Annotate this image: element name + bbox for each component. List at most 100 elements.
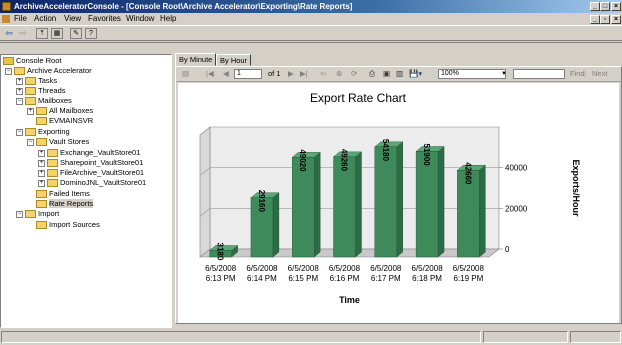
x-axis-label: Time bbox=[339, 295, 360, 305]
title-bar: ArchiveAcceleratorConsole - [Console Roo… bbox=[0, 0, 622, 13]
collapse-icon[interactable]: − bbox=[5, 67, 12, 75]
folder-icon bbox=[47, 179, 58, 188]
data-label: 54180 bbox=[381, 139, 390, 162]
x-tick-label-date: 6/5/2008 bbox=[205, 264, 237, 273]
mdi-close-button[interactable]: × bbox=[611, 15, 621, 24]
y-axis-label: Exports/Hour bbox=[571, 159, 581, 217]
stop-icon[interactable]: ⊗ bbox=[336, 69, 342, 79]
data-label: 51900 bbox=[422, 143, 431, 166]
refresh-icon[interactable]: ⟳ bbox=[351, 69, 357, 79]
show-tree-icon[interactable]: ▦ bbox=[51, 28, 63, 39]
mdi-restore-button[interactable]: ▫ bbox=[600, 15, 610, 24]
tree-node-import[interactable]: − Import bbox=[16, 209, 59, 219]
bar-side bbox=[355, 151, 362, 258]
menu-view[interactable]: View bbox=[64, 13, 81, 25]
next-link[interactable]: Next bbox=[592, 69, 607, 79]
bar-side bbox=[272, 192, 280, 258]
collapse-icon[interactable]: − bbox=[16, 97, 23, 105]
tree-node-archive-accelerator[interactable]: − Archive Accelerator bbox=[5, 66, 92, 76]
collapse-icon[interactable]: − bbox=[27, 138, 34, 146]
maximize-button[interactable]: □ bbox=[600, 2, 610, 11]
next-page-icon[interactable]: ▶ bbox=[288, 69, 294, 79]
print-icon[interactable]: ⎙ bbox=[369, 69, 375, 79]
close-button[interactable]: × bbox=[611, 2, 621, 11]
expand-icon[interactable]: + bbox=[38, 179, 45, 187]
x-tick-label-date: 6/5/2008 bbox=[412, 264, 444, 273]
last-page-icon[interactable]: ▶| bbox=[300, 69, 308, 79]
tree-node-vault-stores[interactable]: − Vault Stores bbox=[27, 137, 89, 147]
help-icon[interactable]: ? bbox=[85, 28, 97, 39]
mdi-minimize-button[interactable]: _ bbox=[590, 15, 600, 24]
zoom-select[interactable]: 100% bbox=[438, 69, 506, 79]
tree-node-filearchive-vaultstore[interactable]: + FileArchive_VaultStore01 bbox=[38, 168, 144, 178]
collapse-icon[interactable]: − bbox=[16, 128, 23, 136]
data-label: 49020 bbox=[298, 149, 307, 172]
bar-side bbox=[396, 141, 403, 258]
document-map-icon[interactable]: ▤ bbox=[182, 69, 189, 79]
tab-by-hour[interactable]: By Hour bbox=[216, 54, 252, 66]
tree-node-dominojnl-vaultstore[interactable]: + DominoJNL_VaultStore01 bbox=[38, 178, 146, 188]
chevron-down-icon[interactable]: ▼ bbox=[501, 69, 507, 79]
up-folder-icon[interactable]: ⤒ bbox=[36, 28, 48, 39]
report-viewer: ▤ |◀ ◀ 1 of 1 ▶ ▶| ⇦ ⊗ ⟳ ⎙ ▣ ▥ 💾▾ 100% ▼… bbox=[175, 66, 622, 324]
bar bbox=[415, 151, 439, 258]
tree-node-mailboxes[interactable]: − Mailboxes bbox=[16, 96, 72, 106]
app-icon bbox=[2, 2, 11, 11]
expand-icon[interactable]: + bbox=[38, 169, 45, 177]
properties-icon[interactable]: ✎ bbox=[70, 28, 82, 39]
export-rate-chart: Export Rate Chart 0 20000 40000 Exports/Hour… bbox=[199, 91, 581, 305]
y-tick-label: 0 bbox=[505, 245, 510, 254]
y-tick-label: 20000 bbox=[505, 204, 528, 213]
chart-area: Export Rate Chart 0 20000 40000 Exports/Hour… bbox=[178, 83, 619, 323]
bar bbox=[333, 156, 356, 258]
page-setup-icon[interactable]: ▥ bbox=[396, 69, 403, 79]
tree-node-evmainsvr[interactable]: EVMAINSVR bbox=[36, 116, 93, 126]
find-link[interactable]: Find bbox=[570, 69, 585, 79]
tab-by-minute[interactable]: By Minute bbox=[175, 53, 217, 66]
expand-icon[interactable]: + bbox=[16, 87, 23, 95]
expand-icon[interactable]: + bbox=[16, 77, 23, 85]
minimize-button[interactable]: _ bbox=[590, 2, 600, 11]
page-number-input[interactable]: 1 bbox=[234, 69, 262, 79]
tree-node-rate-reports[interactable]: Rate Reports bbox=[36, 199, 94, 209]
tree-node-import-sources[interactable]: Import Sources bbox=[36, 220, 100, 230]
collapse-icon[interactable]: − bbox=[16, 210, 23, 218]
back-arrow-icon[interactable]: ⇦ bbox=[3, 28, 15, 39]
folder-icon bbox=[14, 67, 25, 76]
x-tick-label-date: 6/5/2008 bbox=[329, 264, 361, 273]
tree-node-all-mailboxes[interactable]: + All Mailboxes bbox=[27, 106, 93, 116]
menu-favorites[interactable]: Favorites bbox=[88, 13, 121, 25]
expand-icon[interactable]: + bbox=[38, 159, 45, 167]
details-pane: By Minute By Hour ▤ |◀ ◀ 1 of 1 ▶ ▶| ⇦ ⊗… bbox=[173, 53, 622, 328]
expand-icon[interactable]: + bbox=[27, 107, 34, 115]
previous-page-icon[interactable]: ◀ bbox=[223, 69, 229, 79]
report-toolbar: ▤ |◀ ◀ 1 of 1 ▶ ▶| ⇦ ⊗ ⟳ ⎙ ▣ ▥ 💾▾ 100% ▼… bbox=[176, 67, 621, 82]
tree-node-exchange-vaultstore[interactable]: + Exchange_VaultStore01 bbox=[38, 148, 140, 158]
status-panel-3 bbox=[570, 331, 621, 343]
tree-node-console-root[interactable]: Console Root bbox=[3, 56, 61, 66]
print-layout-icon[interactable]: ▣ bbox=[383, 69, 390, 79]
bar-side bbox=[479, 164, 486, 258]
first-page-icon[interactable]: |◀ bbox=[206, 69, 214, 79]
menu-file[interactable]: File bbox=[14, 13, 27, 25]
expand-icon[interactable]: + bbox=[38, 149, 45, 157]
console-icon bbox=[2, 15, 10, 23]
forward-arrow-icon[interactable]: ⇨ bbox=[17, 28, 29, 39]
menu-window[interactable]: Window bbox=[126, 13, 154, 25]
export-icon[interactable]: 💾▾ bbox=[409, 69, 422, 79]
back-icon[interactable]: ⇦ bbox=[320, 69, 326, 79]
tree-node-tasks[interactable]: + Tasks bbox=[16, 76, 57, 86]
x-tick-label-time: 6:18 PM bbox=[412, 274, 442, 283]
find-input[interactable] bbox=[513, 69, 565, 79]
folder-icon bbox=[36, 107, 47, 116]
tree-node-exporting[interactable]: − Exporting bbox=[16, 127, 70, 137]
x-tick-label-date: 6/5/2008 bbox=[288, 264, 320, 273]
menu-help[interactable]: Help bbox=[160, 13, 176, 25]
tree-node-failed-items[interactable]: Failed Items bbox=[36, 189, 90, 199]
x-tick-label-time: 6:16 PM bbox=[330, 274, 360, 283]
menu-action[interactable]: Action bbox=[34, 13, 56, 25]
toolbar-divider bbox=[0, 42, 622, 43]
folder-icon bbox=[25, 87, 36, 96]
tree-node-threads[interactable]: + Threads bbox=[16, 86, 66, 96]
tree-node-sharepoint-vaultstore[interactable]: + Sharepoint_VaultStore01 bbox=[38, 158, 143, 168]
